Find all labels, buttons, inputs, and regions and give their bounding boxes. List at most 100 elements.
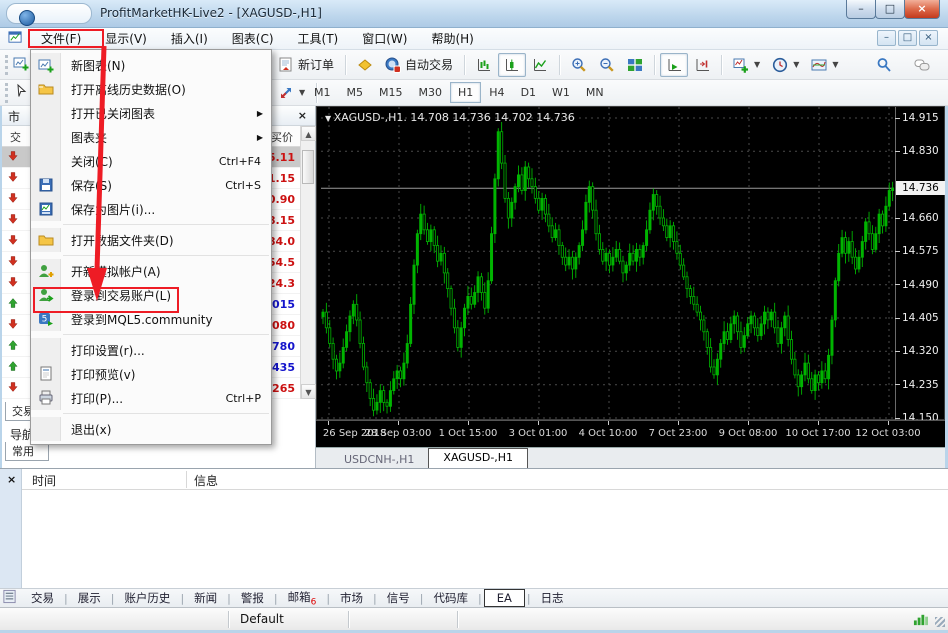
cursor-tool-icon[interactable] (13, 83, 29, 102)
arrow-down-icon (7, 234, 19, 249)
dropdown-caret-icon[interactable]: ▼ (299, 88, 305, 97)
scroll-up-icon[interactable]: ▲ (301, 126, 316, 141)
timeframe-W1[interactable]: W1 (544, 82, 578, 103)
file-menu-item-新图表N[interactable]: 新图表(N) (31, 53, 271, 77)
zoom-in-button[interactable] (565, 53, 593, 77)
toolbar-drag-handle[interactable] (5, 55, 8, 75)
menu-窗口W[interactable]: 窗口(W) (350, 28, 419, 49)
chat-button[interactable] (908, 53, 936, 77)
menu-帮助H[interactable]: 帮助(H) (419, 28, 485, 49)
message-column-header[interactable]: 信息 (194, 472, 218, 489)
timeframe-MN[interactable]: MN (578, 82, 612, 103)
file-menu-item-图表夹[interactable]: 图表夹▶ (31, 125, 271, 149)
timeframe-H1[interactable]: H1 (450, 82, 481, 103)
annotation-box-login-item (33, 287, 179, 313)
terminal-tab-EA[interactable]: EA (484, 589, 525, 607)
minimize-button[interactable]: – (846, 0, 876, 19)
terminal-tab-代码库[interactable]: 代码库 (425, 589, 476, 607)
dropdown-caret-icon[interactable]: ▼ (754, 60, 760, 69)
file-menu-item-打开已关闭图表[interactable]: 打开已关闭图表▶ (31, 101, 271, 125)
file-menu-item-打印P[interactable]: 打印(P)...Ctrl+P (31, 386, 271, 410)
column-divider[interactable] (186, 471, 187, 488)
timeframe-D1[interactable]: D1 (513, 82, 544, 103)
file-menu-item-关闭C[interactable]: 关闭(C)Ctrl+F4 (31, 149, 271, 173)
zoom-out-button[interactable] (593, 53, 621, 77)
scroll-down-icon[interactable]: ▼ (301, 384, 316, 399)
menu-插入I[interactable]: 插入(I) (159, 28, 220, 49)
scrollbar-thumb[interactable] (302, 150, 314, 184)
terminal-tab-邮箱[interactable]: 邮箱6 (280, 588, 325, 608)
file-menu-item-保存为图片i[interactable]: 保存为图片(i)... (31, 197, 271, 221)
market-watch-scrollbar[interactable]: ▲ ▼ (300, 126, 315, 399)
file-menu-item-开新模拟帐户A[interactable]: 开新模拟帐户(A) (31, 259, 271, 283)
chart-candles-button[interactable] (498, 53, 526, 77)
time-column-header[interactable]: 时间 (32, 472, 56, 489)
tab-separator: | (111, 592, 115, 605)
chart-bars-button[interactable] (470, 53, 498, 77)
autotrade-button[interactable]: 自动交易 (379, 52, 459, 77)
market-watch-title-text: 市 (8, 110, 20, 124)
menu-工具T[interactable]: 工具(T) (286, 28, 351, 49)
file-menu-item-打印设置r[interactable]: 打印设置(r)... (31, 338, 271, 362)
chart-canvas[interactable]: ▼ XAGUSD-,H1. 14.708 14.736 14.702 14.73… (316, 106, 945, 420)
periods-clock-button[interactable]: ▼ (766, 53, 805, 77)
new-order-button[interactable]: 新订单 (272, 52, 340, 77)
terminal-close-icon[interactable]: × (7, 473, 16, 486)
chart-shift-button[interactable] (688, 53, 716, 77)
mdi-restore-button[interactable]: □ (898, 30, 917, 46)
candlestick-plot (321, 107, 894, 421)
dropdown-caret-icon[interactable]: ▼ (793, 60, 799, 69)
indicators-button[interactable]: ▼ (727, 53, 766, 77)
time-tick (328, 421, 329, 425)
file-menu-item-打开数据文件夹D[interactable]: 打开数据文件夹(D) (31, 228, 271, 252)
terminal-tab-信号[interactable]: 信号 (379, 589, 418, 607)
file-menu-item-打印预览v[interactable]: 打印预览(v) (31, 362, 271, 386)
symbol-column-header[interactable]: 交 (10, 129, 21, 145)
timeframe-H4[interactable]: H4 (481, 82, 512, 103)
bid-column-header[interactable]: 买价 (271, 129, 293, 145)
terminal-tab-市场[interactable]: 市场 (332, 589, 371, 607)
terminal-tab-警报[interactable]: 警报 (233, 589, 272, 607)
menu-图表C[interactable]: 图表(C) (220, 28, 286, 49)
file-menu-item-退出x[interactable]: 退出(x) (31, 417, 271, 441)
quick-nav-icon[interactable] (2, 589, 17, 607)
tile-windows-button[interactable] (621, 53, 649, 77)
price-label: 14.405 (902, 312, 939, 324)
timeframe-M1[interactable]: M1 (306, 82, 339, 103)
templates-button[interactable]: ▼ (805, 53, 844, 77)
profile-badge-button[interactable] (351, 53, 379, 77)
panel-close-icon[interactable]: × (298, 109, 307, 122)
tab-separator: | (373, 592, 377, 605)
profile-name[interactable]: Default (240, 612, 284, 626)
dropdown-caret-icon[interactable]: ▼ (832, 60, 838, 69)
timeframe-M5[interactable]: M5 (339, 82, 372, 103)
mdi-minimize-button[interactable]: – (877, 30, 896, 46)
toolbar-right-icons (870, 50, 936, 79)
legend-collapse-icon[interactable]: ▼ (325, 114, 334, 123)
chart-tab-USDCNH-,H1[interactable]: USDCNH-,H1 (330, 451, 428, 468)
auto-scroll-button[interactable] (660, 53, 688, 77)
time-axis[interactable]: 26 Sep 201828 Sep 03:001 Oct 15:003 Oct … (316, 420, 945, 447)
terminal-tab-新闻[interactable]: 新闻 (186, 589, 225, 607)
new-chart-toolbar-icon[interactable] (13, 55, 29, 74)
timeframe-M30[interactable]: M30 (411, 82, 451, 103)
app-logo-pill[interactable] (6, 3, 92, 24)
search-button[interactable] (870, 53, 898, 77)
terminal-tab-展示[interactable]: 展示 (70, 589, 109, 607)
price-tick (895, 384, 900, 385)
file-menu-item-保存S[interactable]: 保存(S)Ctrl+S (31, 173, 271, 197)
close-button[interactable]: × (904, 0, 940, 19)
file-menu-item-打开离线历史数据O[interactable]: 打开离线历史数据(O) (31, 77, 271, 101)
mdi-close-button[interactable]: × (919, 30, 938, 46)
timeframe-M15[interactable]: M15 (371, 82, 411, 103)
resize-grip[interactable] (935, 617, 945, 627)
toolbar-drag-handle[interactable] (5, 83, 8, 103)
terminal-tab-交易[interactable]: 交易 (23, 589, 62, 607)
terminal-tab-账户历史[interactable]: 账户历史 (116, 589, 178, 607)
chart-tab-XAGUSD-,H1[interactable]: XAGUSD-,H1 (428, 448, 528, 468)
terminal-tab-日志[interactable]: 日志 (533, 589, 572, 607)
chart-line-button[interactable] (526, 53, 554, 77)
tab-separator: | (227, 592, 231, 605)
restore-button[interactable]: □ (875, 0, 905, 19)
menu-item-label: 退出(x) (61, 421, 271, 438)
